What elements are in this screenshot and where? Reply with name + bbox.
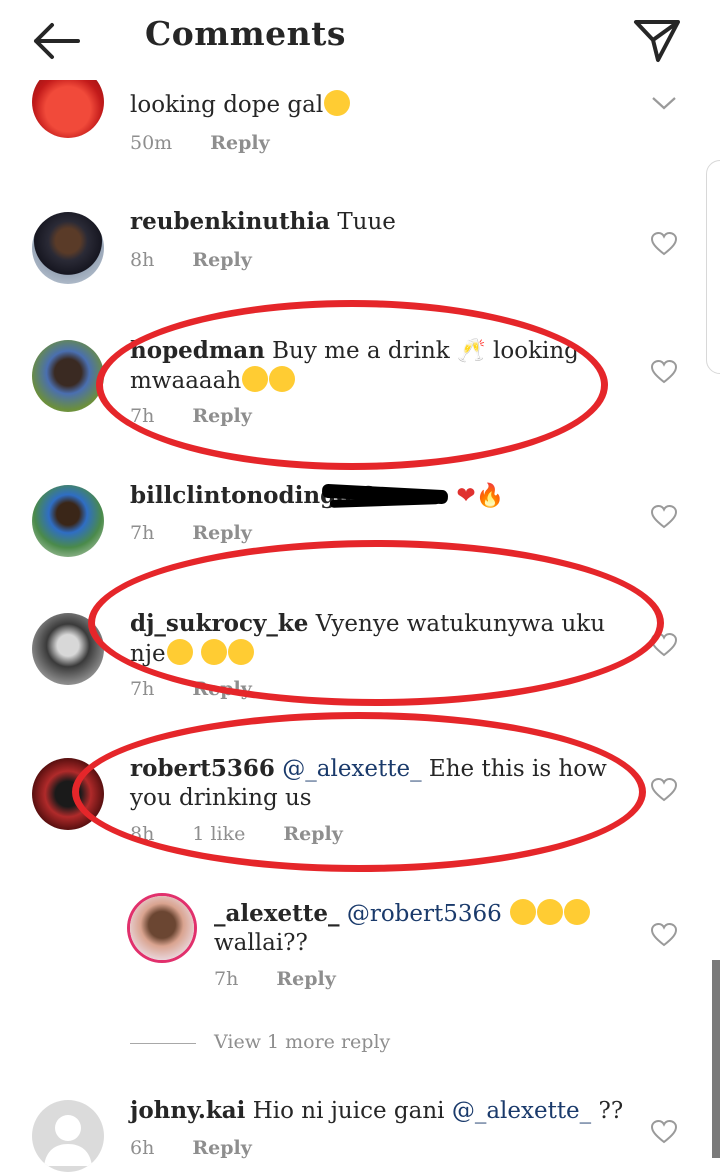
- smile-emoji: [166, 639, 193, 665]
- back-arrow-icon[interactable]: [30, 20, 82, 62]
- reply-button[interactable]: Reply: [283, 823, 342, 845]
- mention-link[interactable]: @_alexette_: [452, 1098, 591, 1124]
- comment-username[interactable]: hopedman: [130, 337, 265, 364]
- fire-emoji: 🔥: [475, 483, 505, 509]
- side-panel-edge: [706, 160, 720, 374]
- direct-message-icon[interactable]: [632, 18, 682, 64]
- heart-outline-icon[interactable]: [651, 232, 677, 256]
- comment-text: Tuue: [337, 209, 396, 235]
- heart-outline-icon[interactable]: [651, 360, 677, 384]
- avatar[interactable]: [32, 485, 104, 557]
- top-bar: Comments: [0, 0, 720, 80]
- default-avatar-icon: [44, 1115, 92, 1166]
- page-title: Comments: [145, 14, 346, 53]
- divider: [130, 1042, 196, 1044]
- heart-emoji: ❤: [456, 483, 476, 509]
- mention-link[interactable]: @robert5366: [347, 901, 502, 927]
- laughing-emoji: [510, 899, 537, 925]
- comment-time: 7h: [130, 405, 155, 427]
- heart-outline-icon[interactable]: [651, 1120, 677, 1144]
- chevron-down-icon[interactable]: [651, 92, 677, 116]
- reply-button[interactable]: Reply: [192, 522, 251, 544]
- reply-button[interactable]: Reply: [192, 405, 251, 427]
- reply-button[interactable]: Reply: [192, 1137, 251, 1159]
- kiss-emoji: [242, 366, 269, 392]
- laughing-emoji: [564, 899, 591, 925]
- comment-username[interactable]: billclintonodingo: [130, 482, 352, 509]
- scrollbar[interactable]: [712, 960, 720, 1158]
- comment-time: 50m: [130, 132, 173, 154]
- like-count[interactable]: 1 like: [192, 823, 245, 845]
- comment-username[interactable]: _alexette_: [214, 900, 340, 927]
- heart-outline-icon[interactable]: [651, 633, 677, 657]
- comment-text-continued: ??: [598, 1098, 624, 1124]
- reply-button[interactable]: Reply: [192, 678, 251, 700]
- comment-username[interactable]: reubenkinuthia: [130, 208, 330, 235]
- kiss-emoji: [269, 366, 296, 392]
- comment-time: 6h: [130, 1137, 155, 1159]
- comment-text: looking dope gal: [130, 92, 324, 118]
- laughing-emoji: [537, 899, 564, 925]
- comment-time: 8h: [130, 823, 155, 845]
- comment-time: 7h: [130, 522, 155, 544]
- reply-button[interactable]: Reply: [276, 968, 335, 990]
- reply-button[interactable]: Reply: [210, 132, 269, 154]
- reply-button[interactable]: Reply: [192, 249, 251, 271]
- comment-time: 8h: [130, 249, 155, 271]
- avatar[interactable]: [32, 758, 104, 830]
- view-more-replies[interactable]: View 1 more reply: [130, 1031, 390, 1053]
- comment-username[interactable]: dj_sukrocy_ke: [130, 610, 308, 637]
- heart-outline-icon[interactable]: [651, 505, 677, 529]
- heart-outline-icon[interactable]: [651, 923, 677, 947]
- star-eyes-emoji: [227, 639, 254, 665]
- comment-username[interactable]: johny.kai: [130, 1097, 245, 1124]
- cheers-emoji: 🥂: [457, 338, 486, 364]
- avatar[interactable]: [32, 340, 104, 412]
- comment-username[interactable]: robert5366: [130, 755, 275, 782]
- avatar[interactable]: [32, 1100, 104, 1172]
- comment-time: 7h: [214, 968, 239, 990]
- avatar[interactable]: [32, 212, 104, 284]
- view-more-label: View 1 more reply: [214, 1031, 391, 1053]
- heart-eyes-emoji: [324, 90, 351, 116]
- comment-text: wallai??: [214, 930, 308, 956]
- smile-emoji: [200, 639, 227, 665]
- comment-text: Hio ni juice gani: [252, 1098, 445, 1124]
- avatar[interactable]: [130, 896, 194, 960]
- heart-outline-icon[interactable]: [651, 778, 677, 802]
- comment-text: Buy me a drink: [272, 338, 450, 364]
- mention-link[interactable]: @_alexette_: [282, 756, 421, 782]
- avatar[interactable]: [32, 613, 104, 685]
- comment-time: 7h: [130, 678, 155, 700]
